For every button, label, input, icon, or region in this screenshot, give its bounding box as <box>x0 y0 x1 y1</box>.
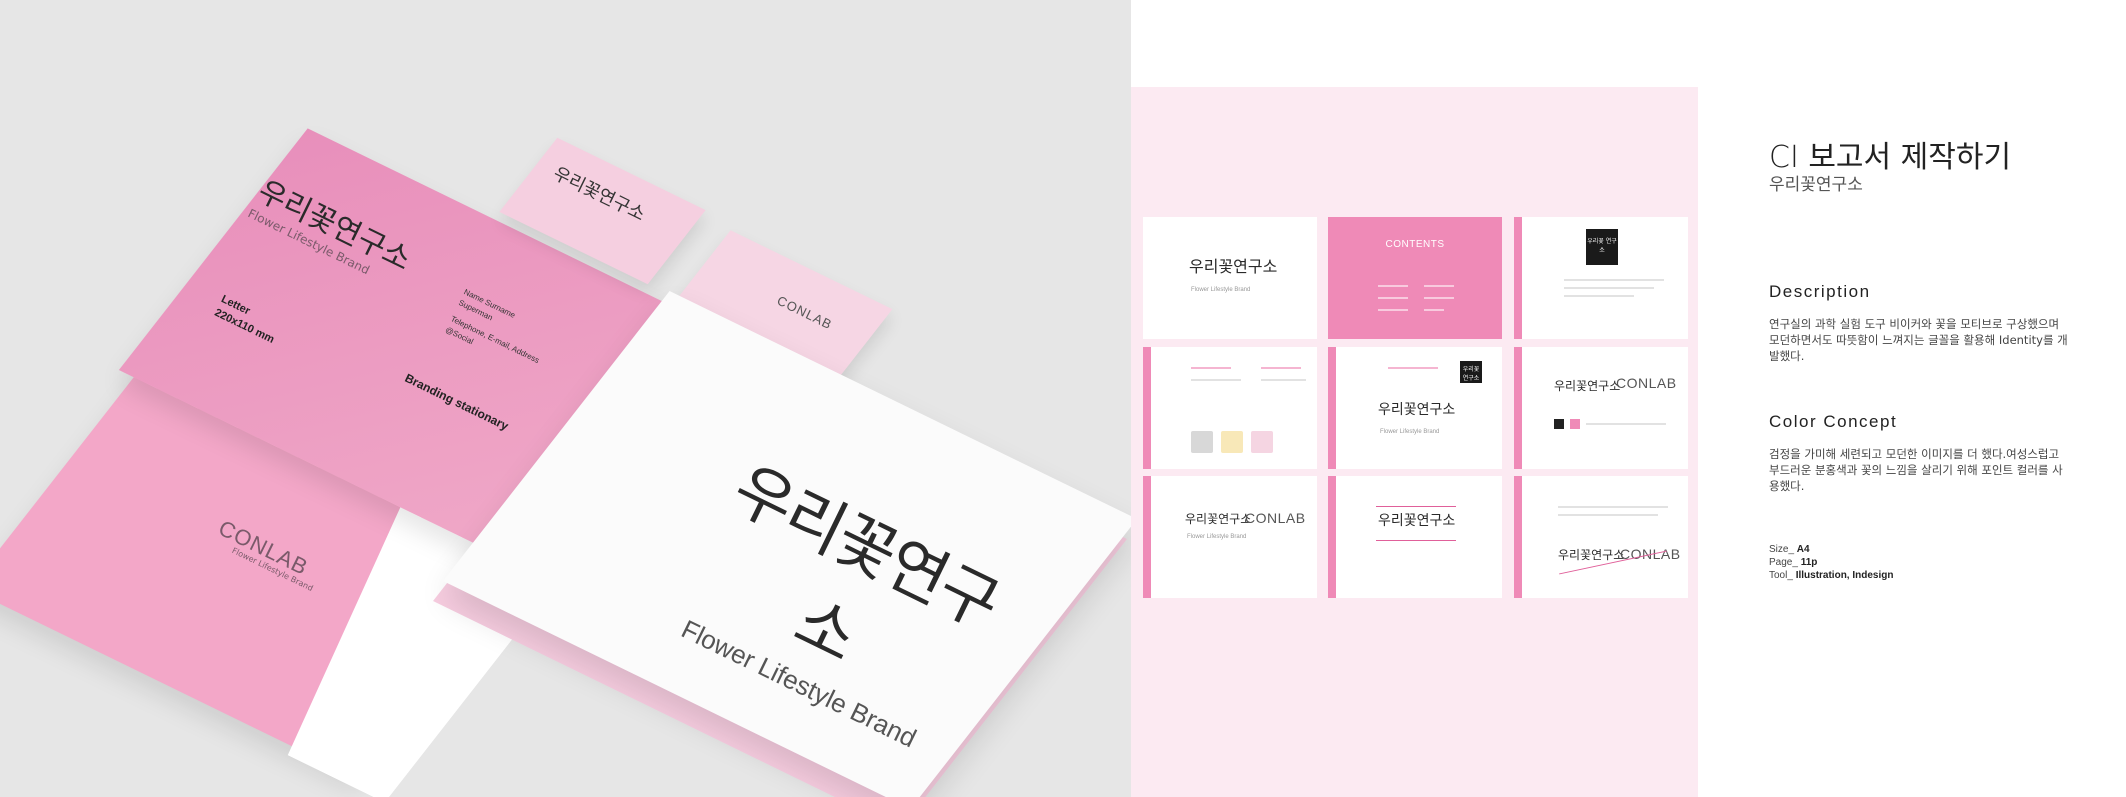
report-preview-panel: 우리꽃연구소 Flower Lifestyle Brand CONTENTS 우… <box>1131 87 1698 797</box>
description-heading: Description <box>1769 282 1871 301</box>
spec-page-value: 11p <box>1800 557 1818 568</box>
project-info-panel: CI 보고서 제작하기 우리꽃연구소 Description 연구실의 과학 실… <box>1698 0 2126 797</box>
thumb-cover-sub: Flower Lifestyle Brand <box>1191 287 1251 293</box>
project-specs: Size_ A4 Page_ 11p Tool_ Illustration, I… <box>1769 543 1893 582</box>
spec-size-value: A4 <box>1796 544 1810 555</box>
thumb-grid-rule <box>1376 506 1456 507</box>
thumb-accent-line <box>1261 367 1301 369</box>
color-concept-heading: Color Concept <box>1769 412 1898 431</box>
thumb-signature-ko: 우리꽃연구소 <box>1185 512 1252 526</box>
thumb-logotype-ko: 우리꽃연구소 <box>1554 379 1621 393</box>
page-thumb-misuse[interactable]: 우리꽃연구소 CONLAB <box>1514 476 1688 598</box>
thumb-motif-logo: 우리꽃연구소 <box>1378 402 1456 418</box>
thumb-grid-rule <box>1376 540 1456 541</box>
page-thumb-motif[interactable]: 우리꽃연구소 Flower Lifestyle Brand 우리꽃 연구소 <box>1328 347 1502 469</box>
thumb-accent-line <box>1388 367 1438 369</box>
contents-line <box>1424 309 1444 311</box>
page-thumb-logotype[interactable]: 우리꽃연구소 CONLAB <box>1514 347 1688 469</box>
thumb-side-bar <box>1514 476 1522 598</box>
stationery-mockup: 우리꽃연구소 Flower Lifestyle Brand Letter 220… <box>0 0 1131 797</box>
contents-line <box>1378 297 1408 299</box>
thumb-text-line <box>1191 379 1241 381</box>
thumb-signature-sub: Flower Lifestyle Brand <box>1187 534 1247 540</box>
thumb-side-bar <box>1143 347 1151 469</box>
thumb-side-bar <box>1514 347 1522 469</box>
thumb-text-line <box>1564 287 1654 289</box>
thumb-text-line <box>1261 379 1306 381</box>
spec-page-label: Page_ <box>1769 557 1798 568</box>
spec-tool: Tool_ Illustration, Indesign <box>1769 569 1893 582</box>
thumb-swatch-pink <box>1570 419 1580 429</box>
thumb-contents-title: CONTENTS <box>1385 239 1445 250</box>
thumb-black-logo: 우리꽃 연구소 <box>1460 361 1482 383</box>
page-thumb-signature[interactable]: 우리꽃연구소 CONLAB Flower Lifestyle Brand <box>1143 476 1317 598</box>
page-thumb-cover[interactable]: 우리꽃연구소 Flower Lifestyle Brand <box>1143 217 1317 339</box>
spec-tool-value: Illustration, Indesign <box>1795 570 1894 581</box>
page-thumb-grid[interactable]: 우리꽃연구소 <box>1328 476 1502 598</box>
spec-tool-label: Tool_ <box>1769 570 1793 581</box>
thumb-side-bar <box>1514 217 1522 339</box>
description-body: 연구실의 과학 실험 도구 비이커와 꽃을 모티브로 구상했으며 모던하면서도 … <box>1769 317 2068 363</box>
thumb-text-line <box>1564 279 1664 281</box>
thumb-cover-logo: 우리꽃연구소 <box>1189 257 1278 276</box>
thumb-mini-image <box>1251 431 1273 453</box>
thumb-black-logo: 우리꽃 연구소 <box>1586 229 1618 265</box>
page-thumb-contents[interactable]: CONTENTS <box>1328 217 1502 339</box>
thumb-signature-lab: CONLAB <box>1245 510 1306 526</box>
thumb-text-line <box>1558 506 1668 508</box>
spec-page: Page_ 11p <box>1769 556 1893 569</box>
project-subtitle: 우리꽃연구소 <box>1769 175 1863 195</box>
thumb-text-line <box>1558 514 1658 516</box>
page-thumb-concept[interactable] <box>1143 347 1317 469</box>
thumb-text-line <box>1586 423 1666 425</box>
thumb-accent-line <box>1191 367 1231 369</box>
thumb-misuse-ko: 우리꽃연구소 <box>1558 548 1625 562</box>
contents-line <box>1378 285 1408 287</box>
page-thumb-logo-intro[interactable]: 우리꽃 연구소 <box>1514 217 1688 339</box>
thumb-grid-logo: 우리꽃연구소 <box>1378 513 1456 529</box>
contents-line <box>1378 309 1408 311</box>
thumb-swatch-black <box>1554 419 1564 429</box>
spec-size-label: Size_ <box>1769 544 1795 555</box>
thumb-side-bar <box>1143 476 1151 598</box>
contents-line <box>1424 297 1454 299</box>
color-concept-body: 검정을 가미해 세련되고 모던한 이미지를 더 했다.여성스럽고 부드러운 분홍… <box>1769 447 2063 493</box>
thumb-motif-sub: Flower Lifestyle Brand <box>1380 429 1440 435</box>
thumb-logotype-lab: CONLAB <box>1616 375 1677 391</box>
thumb-side-bar <box>1328 476 1336 598</box>
thumb-mini-image <box>1221 431 1243 453</box>
thumb-mini-image <box>1191 431 1213 453</box>
contents-line <box>1424 285 1454 287</box>
thumb-side-bar <box>1328 347 1336 469</box>
thumb-text-line <box>1564 295 1634 297</box>
spec-size: Size_ A4 <box>1769 543 1893 556</box>
